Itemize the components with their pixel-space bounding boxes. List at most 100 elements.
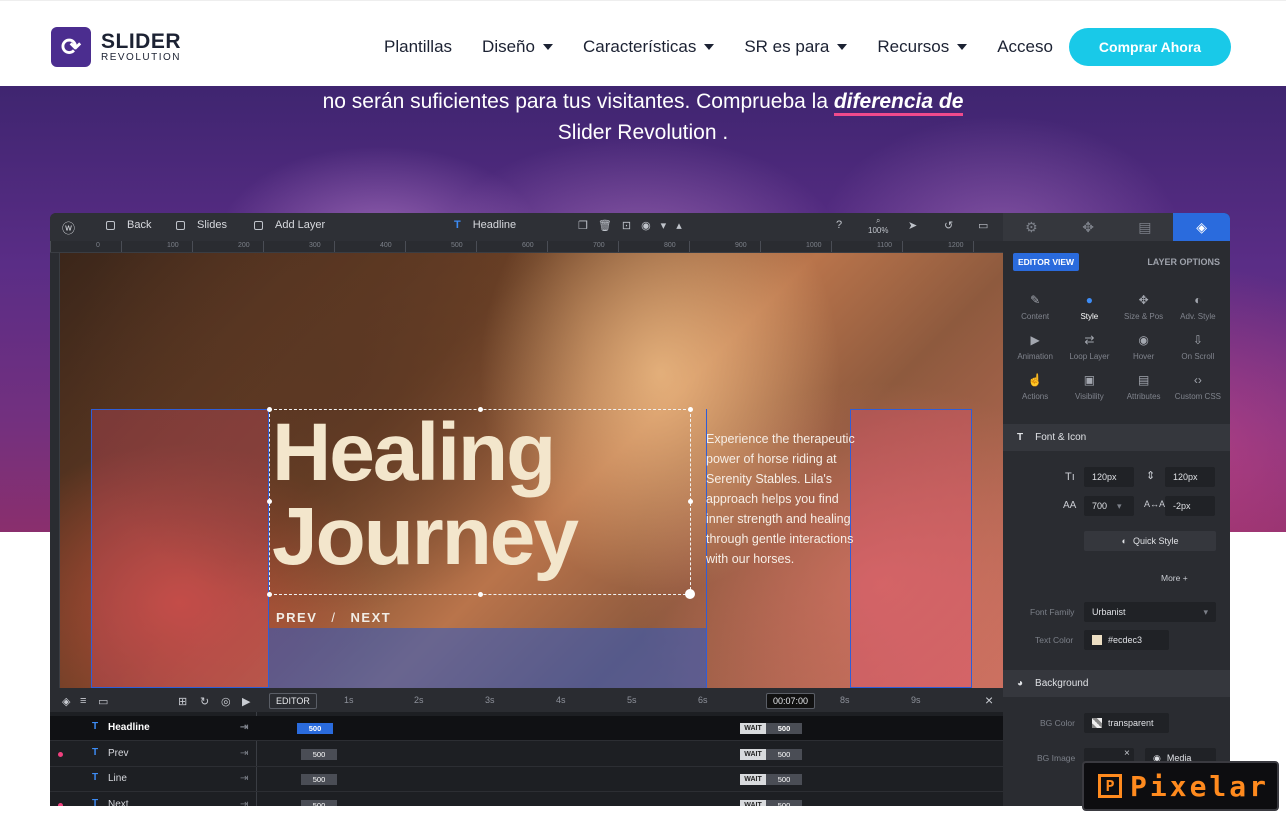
option-adv-style[interactable]: ◐ Adv. Style [1171,293,1225,321]
timeline-row-line[interactable]: T Line ⇥ 500 WAIT 500 [50,767,1003,792]
editor-mode-button[interactable]: EDITOR [269,693,317,709]
layer-start-chip[interactable]: 500 [301,799,337,806]
timeline-second-label: 3s [485,695,495,705]
nav-item-acceso[interactable]: Acceso [997,37,1053,57]
layer-start-chip[interactable]: 500 [301,748,337,760]
wait-badge[interactable]: WAIT [740,774,766,785]
nav-item-sr-es-para[interactable]: SR es para [744,37,848,57]
close-icon[interactable]: × [1124,748,1130,759]
logo[interactable]: ⟳ SLIDER REVOLUTION [51,27,181,67]
option-on-scroll[interactable]: ⇩ On Scroll [1171,333,1225,361]
wait-badge[interactable]: WAIT [740,748,766,760]
eye-icon[interactable]: ◉ [641,219,651,232]
desktop-icon[interactable]: ▭ [978,219,988,232]
list-icon[interactable]: ≡ [80,695,86,707]
undo-icon[interactable]: ↺ [944,219,953,232]
collapse-arrow-icon[interactable]: ⇥ [240,748,248,759]
add-layer-button[interactable]: Add Layer [254,219,325,231]
collapse-arrow-icon[interactable]: ⇥ [240,722,248,733]
collapse-arrow-icon[interactable]: ⇥ [240,799,248,807]
letter-spacing-field[interactable]: -2px [1165,496,1215,516]
nav-item-dise-o[interactable]: Diseño [482,37,553,57]
bg-color-field[interactable]: transparent [1084,713,1169,733]
text-color-field[interactable]: #ecdec3 [1084,630,1169,650]
lock-icon[interactable]: ⊡ [622,219,631,232]
folder-icon[interactable]: ▭ [98,695,108,708]
timeline-row-next[interactable]: T Next ⇥ 500 WAIT 500 [50,793,1003,807]
layer-end-chip[interactable]: 500 [766,748,802,760]
layer-start-chip[interactable]: 500 [301,774,337,785]
option-custom-css[interactable]: ‹› Custom CSS [1171,373,1225,401]
layer-start-chip[interactable]: 500 [297,723,333,734]
chevron-down-icon: ▾ [1203,606,1208,617]
wait-badge[interactable]: WAIT [740,723,766,734]
option-attributes[interactable]: ▤ Attributes [1117,373,1171,401]
close-icon[interactable]: × [985,692,993,708]
slides-tab[interactable]: ▤ [1117,213,1174,241]
resize-handle[interactable] [688,499,693,504]
wordpress-icon[interactable]: ⓦ [62,218,75,237]
option-actions[interactable]: ☝ Actions [1008,373,1062,401]
option-style[interactable]: ● Style [1062,293,1116,321]
speed-icon[interactable]: ◎ [221,695,231,708]
layer-end-chip[interactable]: 500 [766,774,802,785]
slides-button[interactable]: Slides [176,219,227,231]
headline-layer[interactable]: Healing Journey [272,411,579,579]
body-text-layer[interactable]: Experience the therapeutic power of hors… [706,429,856,569]
text-icon: T [1017,432,1024,443]
delete-icon[interactable]: 🗑 [598,219,612,232]
option-content[interactable]: ✎ Content [1008,293,1062,321]
pointer-icon[interactable]: ➤ [908,219,917,232]
buy-now-button[interactable]: Comprar Ahora [1069,28,1231,66]
grid-icon[interactable]: ⊞ [178,695,187,708]
current-time[interactable]: 00:07:00 [766,693,816,709]
chevron-up-icon[interactable]: ▴ [676,219,682,232]
navigation-tab[interactable]: ✥ [1060,213,1117,241]
help-icon[interactable]: ? [836,219,842,231]
resize-handle[interactable] [688,407,693,412]
ruler-tick-label: 800 [664,242,676,249]
layers-icon[interactable]: ◈ [62,695,70,708]
chevron-down-icon[interactable]: ▾ [661,219,667,232]
collapse-arrow-icon[interactable]: ⇥ [240,773,248,784]
more-button[interactable]: More + [1161,573,1188,583]
play-icon: ▶ [1030,333,1040,347]
timeline-row-prev[interactable]: T Prev ⇥ 500 WAIT 500 [50,742,1003,767]
option-size-pos[interactable]: ✥ Size & Pos [1117,293,1171,321]
current-layer-selector[interactable]: T Headline [454,219,516,231]
rotate-handle[interactable] [685,589,695,599]
font-icon-section[interactable]: T Font & Icon [1003,424,1230,451]
logo-subtitle: REVOLUTION [101,51,182,63]
line-height-field[interactable]: 120px [1165,467,1215,487]
slide-canvas[interactable]: Healing Journey PREV / NEXT Experience the… [60,253,1003,688]
nav-item-recursos[interactable]: Recursos [877,37,968,57]
duplicate-icon[interactable]: ❐ [578,219,588,232]
wait-badge[interactable]: WAIT [740,799,766,806]
prev-next-layer[interactable]: PREV / NEXT [276,610,391,625]
play-icon[interactable]: ▶ [242,695,250,708]
settings-tab[interactable]: ⚙ [1003,213,1060,241]
nav-item-plantillas[interactable]: Plantillas [384,37,452,57]
font-family-select[interactable]: Urbanist ▾ [1084,602,1216,622]
quick-style-button[interactable]: ◐ Quick Style [1084,531,1216,551]
option-hover[interactable]: ◉ Hover [1117,333,1171,361]
font-size-field[interactable]: 120px [1084,467,1134,487]
back-button[interactable]: Back [106,219,151,231]
add-layer-icon [254,220,263,230]
layer-end-chip[interactable]: 500 [766,723,802,734]
option-loop-layer[interactable]: ⇄ Loop Layer [1062,333,1116,361]
resize-handle[interactable] [478,592,483,597]
background-section[interactable]: ◕ Background [1003,670,1230,697]
zoom-control[interactable]: ⌕ 100% [868,216,888,235]
nav-item-caracter-sticas[interactable]: Características [583,37,715,57]
layers-tab[interactable]: ◈ [1173,213,1230,241]
zoom-icon: ⌕ [875,216,881,225]
refresh-icon[interactable]: ↻ [200,695,209,708]
font-weight-select[interactable]: 700 ▾ [1084,496,1134,516]
timeline-row-headline[interactable]: T Headline ⇥ 500 WAIT 500 [50,716,1003,741]
layer-end-chip[interactable]: 500 [766,799,802,806]
editor-view-button[interactable]: EDITOR VIEW [1013,253,1080,271]
resize-handle[interactable] [267,592,272,597]
option-animation[interactable]: ▶ Animation [1008,333,1062,361]
option-visibility[interactable]: ▣ Visibility [1062,373,1116,401]
